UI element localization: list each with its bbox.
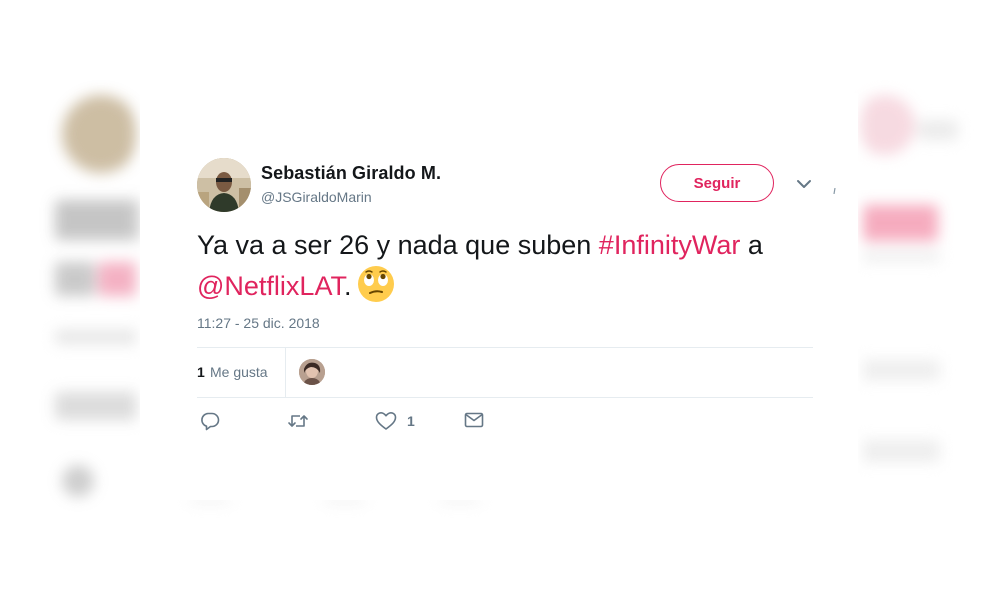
retweet-button[interactable] [287, 411, 309, 431]
tweet-text-part: Ya va a ser 26 y nada que suben [197, 230, 599, 260]
author-handle[interactable]: @JSGiraldoMarin [261, 189, 372, 205]
chevron-down-icon[interactable] [794, 177, 814, 191]
divider-mark [833, 181, 836, 195]
reply-icon [200, 411, 220, 431]
background-avatar [62, 95, 140, 173]
background-block [98, 262, 140, 296]
likes-summary[interactable]: 1 Me gusta [197, 347, 813, 397]
background-block [860, 440, 940, 462]
tweet-timestamp[interactable]: 11:27 - 25 dic. 2018 [197, 315, 320, 331]
tweet-text-part: . [343, 271, 352, 301]
author-display-name[interactable]: Sebastián Giraldo M. [261, 163, 441, 184]
envelope-icon [464, 411, 484, 429]
follow-button[interactable]: Seguir [660, 164, 774, 202]
background-block [55, 200, 145, 240]
background-block [55, 392, 140, 420]
background-block [860, 360, 940, 380]
background-block [918, 120, 958, 140]
background-block [860, 250, 940, 262]
tweet-card: Sebastián Giraldo M. @JSGiraldoMarin Seg… [140, 93, 858, 500]
rolling-eyes-emoji-icon [357, 265, 395, 303]
likes-label: Me gusta [210, 364, 268, 380]
like-button[interactable]: 1 [375, 411, 415, 431]
background-avatar [62, 465, 94, 497]
retweet-icon [287, 411, 309, 431]
likes-separator [285, 347, 286, 397]
heart-icon [375, 411, 397, 431]
direct-message-button[interactable] [464, 411, 484, 429]
tweet-actions: 1 [197, 411, 813, 437]
author-avatar[interactable] [197, 158, 251, 212]
tweet-text: Ya va a ser 26 y nada que suben #Infinit… [197, 226, 817, 306]
background-block [860, 205, 938, 241]
background-block [55, 262, 95, 296]
likes-count: 1 [197, 364, 205, 380]
tweet-text-part: a [740, 230, 763, 260]
like-count: 1 [407, 413, 415, 429]
liker-avatar[interactable] [299, 359, 325, 385]
hashtag-link[interactable]: #InfinityWar [599, 230, 741, 260]
reply-button[interactable] [200, 411, 220, 431]
background-block [855, 95, 915, 155]
background-block [55, 330, 140, 344]
divider [197, 397, 813, 398]
mention-link[interactable]: @NetflixLAT [197, 271, 344, 301]
